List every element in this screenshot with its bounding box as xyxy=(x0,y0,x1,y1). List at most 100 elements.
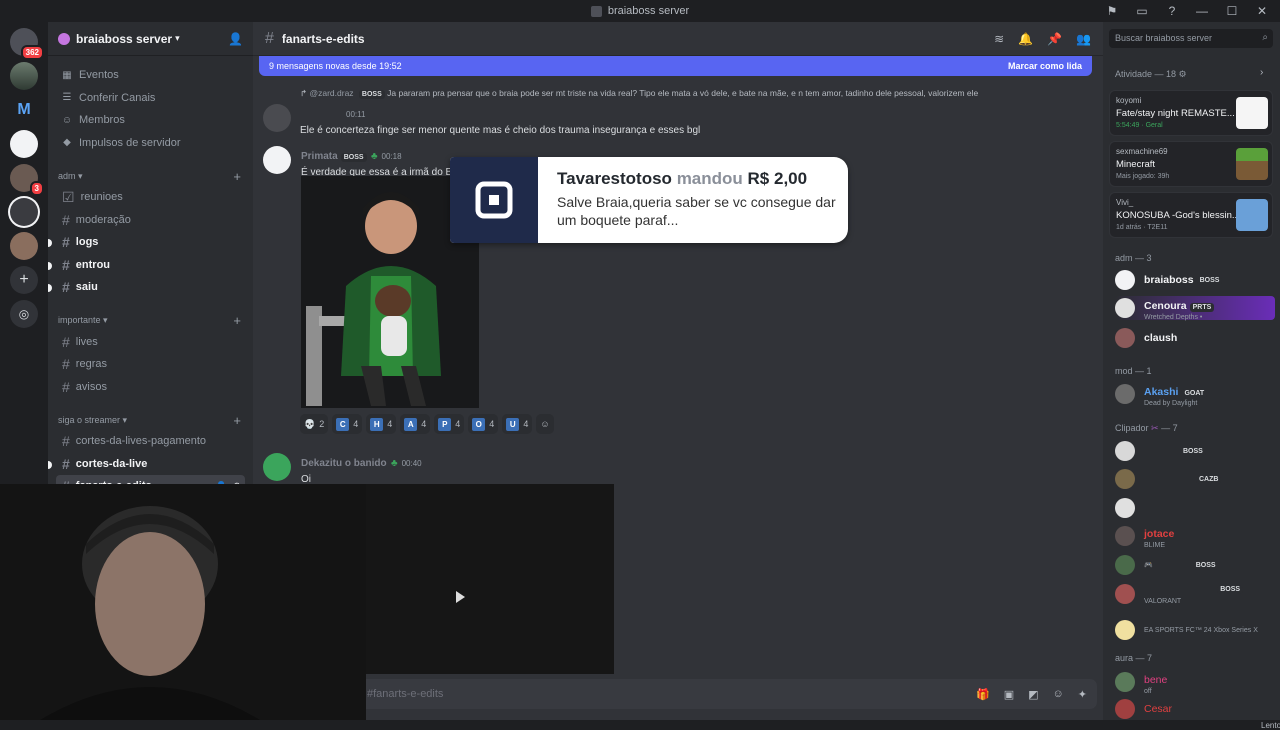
avatar xyxy=(1115,526,1135,546)
hash-icon: # xyxy=(62,433,70,450)
emoji-icon[interactable]: ☺ xyxy=(1053,688,1064,701)
channel-regras[interactable]: # regras xyxy=(56,353,245,376)
activity-user: Vivi_ xyxy=(1116,198,1134,207)
help-icon[interactable]: ? xyxy=(1164,3,1180,19)
channel-reunioes[interactable]: ☑ reunioes xyxy=(56,186,245,209)
calendar-icon: ▦ xyxy=(62,69,72,81)
channel-moderacao[interactable]: # moderação xyxy=(56,209,245,232)
activity-card[interactable]: sexmachine69 Minecraft Mais jogado: 39h xyxy=(1109,141,1273,187)
member-status: Dead by Daylight xyxy=(1144,399,1198,407)
reaction-a[interactable]: A4 xyxy=(400,414,431,434)
avatar xyxy=(1115,469,1135,489)
reaction-skull[interactable]: 💀 2 xyxy=(300,414,329,434)
member-row[interactable] xyxy=(1115,496,1275,520)
dm-avatar[interactable]: 3 xyxy=(10,164,44,196)
message-author[interactable]: Dekazitu o banido xyxy=(301,458,387,469)
add-reaction-button[interactable]: ☺ xyxy=(536,414,554,434)
badge-icon: ♣ xyxy=(370,151,378,162)
avatar[interactable] xyxy=(263,104,291,132)
channel-cortes-pagamento[interactable]: # cortes-da-lives-pagamento xyxy=(56,430,245,453)
add-person-icon[interactable]: 👤 xyxy=(228,32,243,46)
pin-icon[interactable]: 📌 xyxy=(1047,32,1062,46)
nav-browse-channels[interactable]: ☰ Conferir Canais xyxy=(56,87,245,110)
reaction-h[interactable]: H4 xyxy=(366,414,397,434)
category-adm[interactable]: adm ▾ + xyxy=(56,166,245,186)
member-cenoura[interactable]: Cenoura PRTS Wretched Depths • xyxy=(1115,296,1275,321)
message-author[interactable]: Primata xyxy=(301,151,338,162)
video-embed[interactable] xyxy=(366,484,614,674)
inbox-icon[interactable]: ⚑ xyxy=(1104,3,1120,19)
member-list-icon[interactable]: 👥 xyxy=(1076,32,1091,46)
mark-as-read-button[interactable]: Marcar como lida xyxy=(1008,61,1082,71)
member-akashi[interactable]: Akashi GOAT Dead by Daylight xyxy=(1115,382,1275,407)
add-channel-icon[interactable]: + xyxy=(233,313,241,328)
channel-avisos[interactable]: # avisos xyxy=(56,376,245,399)
nav-events[interactable]: ▦ Eventos xyxy=(56,64,245,87)
server-m-icon[interactable]: M xyxy=(10,96,38,124)
hash-icon: # xyxy=(62,333,70,350)
member-row[interactable]: EA SPORTS FC™ 24 Xbox Series X xyxy=(1115,618,1275,642)
member-cesar[interactable]: Cesar xyxy=(1115,697,1275,721)
reaction-c[interactable]: C4 xyxy=(332,414,363,434)
screen-icon[interactable]: ▭ xyxy=(1134,3,1150,19)
reaction-bar: 💀 2 C4 H4 A4 P4 O4 U4 ☺ xyxy=(300,414,554,434)
chevron-right-icon[interactable]: › xyxy=(1260,67,1263,78)
member-row[interactable]: BOSS xyxy=(1115,439,1275,463)
avatar[interactable] xyxy=(263,453,291,481)
role-tag: BOSS xyxy=(1192,560,1219,570)
channel-lives[interactable]: # lives xyxy=(56,331,245,354)
member-bene[interactable]: bene off xyxy=(1115,670,1275,695)
server-icon[interactable] xyxy=(10,62,38,90)
add-channel-icon[interactable]: + xyxy=(233,413,241,428)
gif-icon[interactable]: ▣ xyxy=(1004,688,1014,701)
server-icon[interactable] xyxy=(10,232,38,260)
gift-icon[interactable]: 🎁 xyxy=(976,688,990,701)
activity-card[interactable]: koyomi Fate/stay night REMASTE... 5:54:4… xyxy=(1109,90,1273,136)
threads-icon[interactable]: ≋ xyxy=(994,32,1004,46)
avatar[interactable] xyxy=(263,146,291,174)
message-composer[interactable]: #fanarts-e-edits 🎁 ▣ ◩ ☺ ✦ xyxy=(357,679,1097,709)
reaction-o[interactable]: O4 xyxy=(468,414,499,434)
nav-server-boosts[interactable]: ◆ Impulsos de servidor xyxy=(56,132,245,155)
member-row[interactable]: 🎮 BOSS xyxy=(1115,553,1275,577)
reply-preview[interactable]: ↱ @zard.draz BOSS Ja pararam pra pensar … xyxy=(300,88,978,99)
member-jotace[interactable]: jotace BLIME xyxy=(1115,524,1275,549)
donation-amount: R$ 2,00 xyxy=(747,169,808,188)
member-row[interactable]: VALORANT BOSS xyxy=(1115,582,1275,606)
activity-card[interactable]: Vivi_ KONOSUBA -God's blessin... 1d atrá… xyxy=(1109,192,1273,238)
category-importante[interactable]: importante ▾ + xyxy=(56,311,245,331)
member-row[interactable]: CAZB xyxy=(1115,467,1275,491)
sticker-icon[interactable]: ◩ xyxy=(1028,688,1038,701)
channel-logs[interactable]: # logs xyxy=(48,231,245,254)
add-channel-icon[interactable]: + xyxy=(233,169,241,184)
server-icon[interactable] xyxy=(10,130,38,158)
channel-entrou[interactable]: # entrou xyxy=(48,254,245,277)
home-button[interactable]: 362 xyxy=(10,28,44,60)
channel-cortes-da-live[interactable]: # cortes-da-live xyxy=(48,453,245,476)
channel-label: saiu xyxy=(75,281,98,294)
category-siga-o-streamer[interactable]: siga o streamer ▾ + xyxy=(56,410,245,430)
apps-icon[interactable]: ✦ xyxy=(1078,688,1087,701)
play-icon[interactable] xyxy=(456,591,465,603)
search-input[interactable]: Buscar braiaboss server ⌕ xyxy=(1109,29,1273,48)
minimize-icon[interactable]: — xyxy=(1194,3,1210,19)
channel-title: fanarts-e-edits xyxy=(281,31,365,46)
discover-icon[interactable]: ◎ xyxy=(10,300,38,328)
reaction-count: 4 xyxy=(421,419,427,429)
server-header[interactable]: braiaboss server ▾ 👤 xyxy=(48,22,253,56)
nav-members[interactable]: ☺ Membros xyxy=(56,109,245,132)
hash-icon: # xyxy=(62,455,70,472)
add-server-icon[interactable]: + xyxy=(10,266,38,294)
member-claush[interactable]: claush xyxy=(1115,326,1275,350)
bell-icon[interactable]: 🔔 xyxy=(1018,32,1033,46)
channel-label: cortes-da-live xyxy=(75,457,148,470)
reaction-u[interactable]: U4 xyxy=(502,414,533,434)
close-icon[interactable]: ✕ xyxy=(1254,3,1270,19)
channel-saiu[interactable]: # saiu xyxy=(48,276,245,299)
maximize-icon[interactable]: ☐ xyxy=(1224,3,1240,19)
group-header-aura: aura — 7 xyxy=(1115,653,1153,663)
new-messages-bar[interactable]: 9 mensagens novas desde 19:52 Marcar com… xyxy=(259,56,1092,76)
member-braiaboss[interactable]: braiaboss BOSS xyxy=(1115,268,1275,292)
server-icon-active[interactable] xyxy=(10,198,38,226)
reaction-p[interactable]: P4 xyxy=(434,414,465,434)
